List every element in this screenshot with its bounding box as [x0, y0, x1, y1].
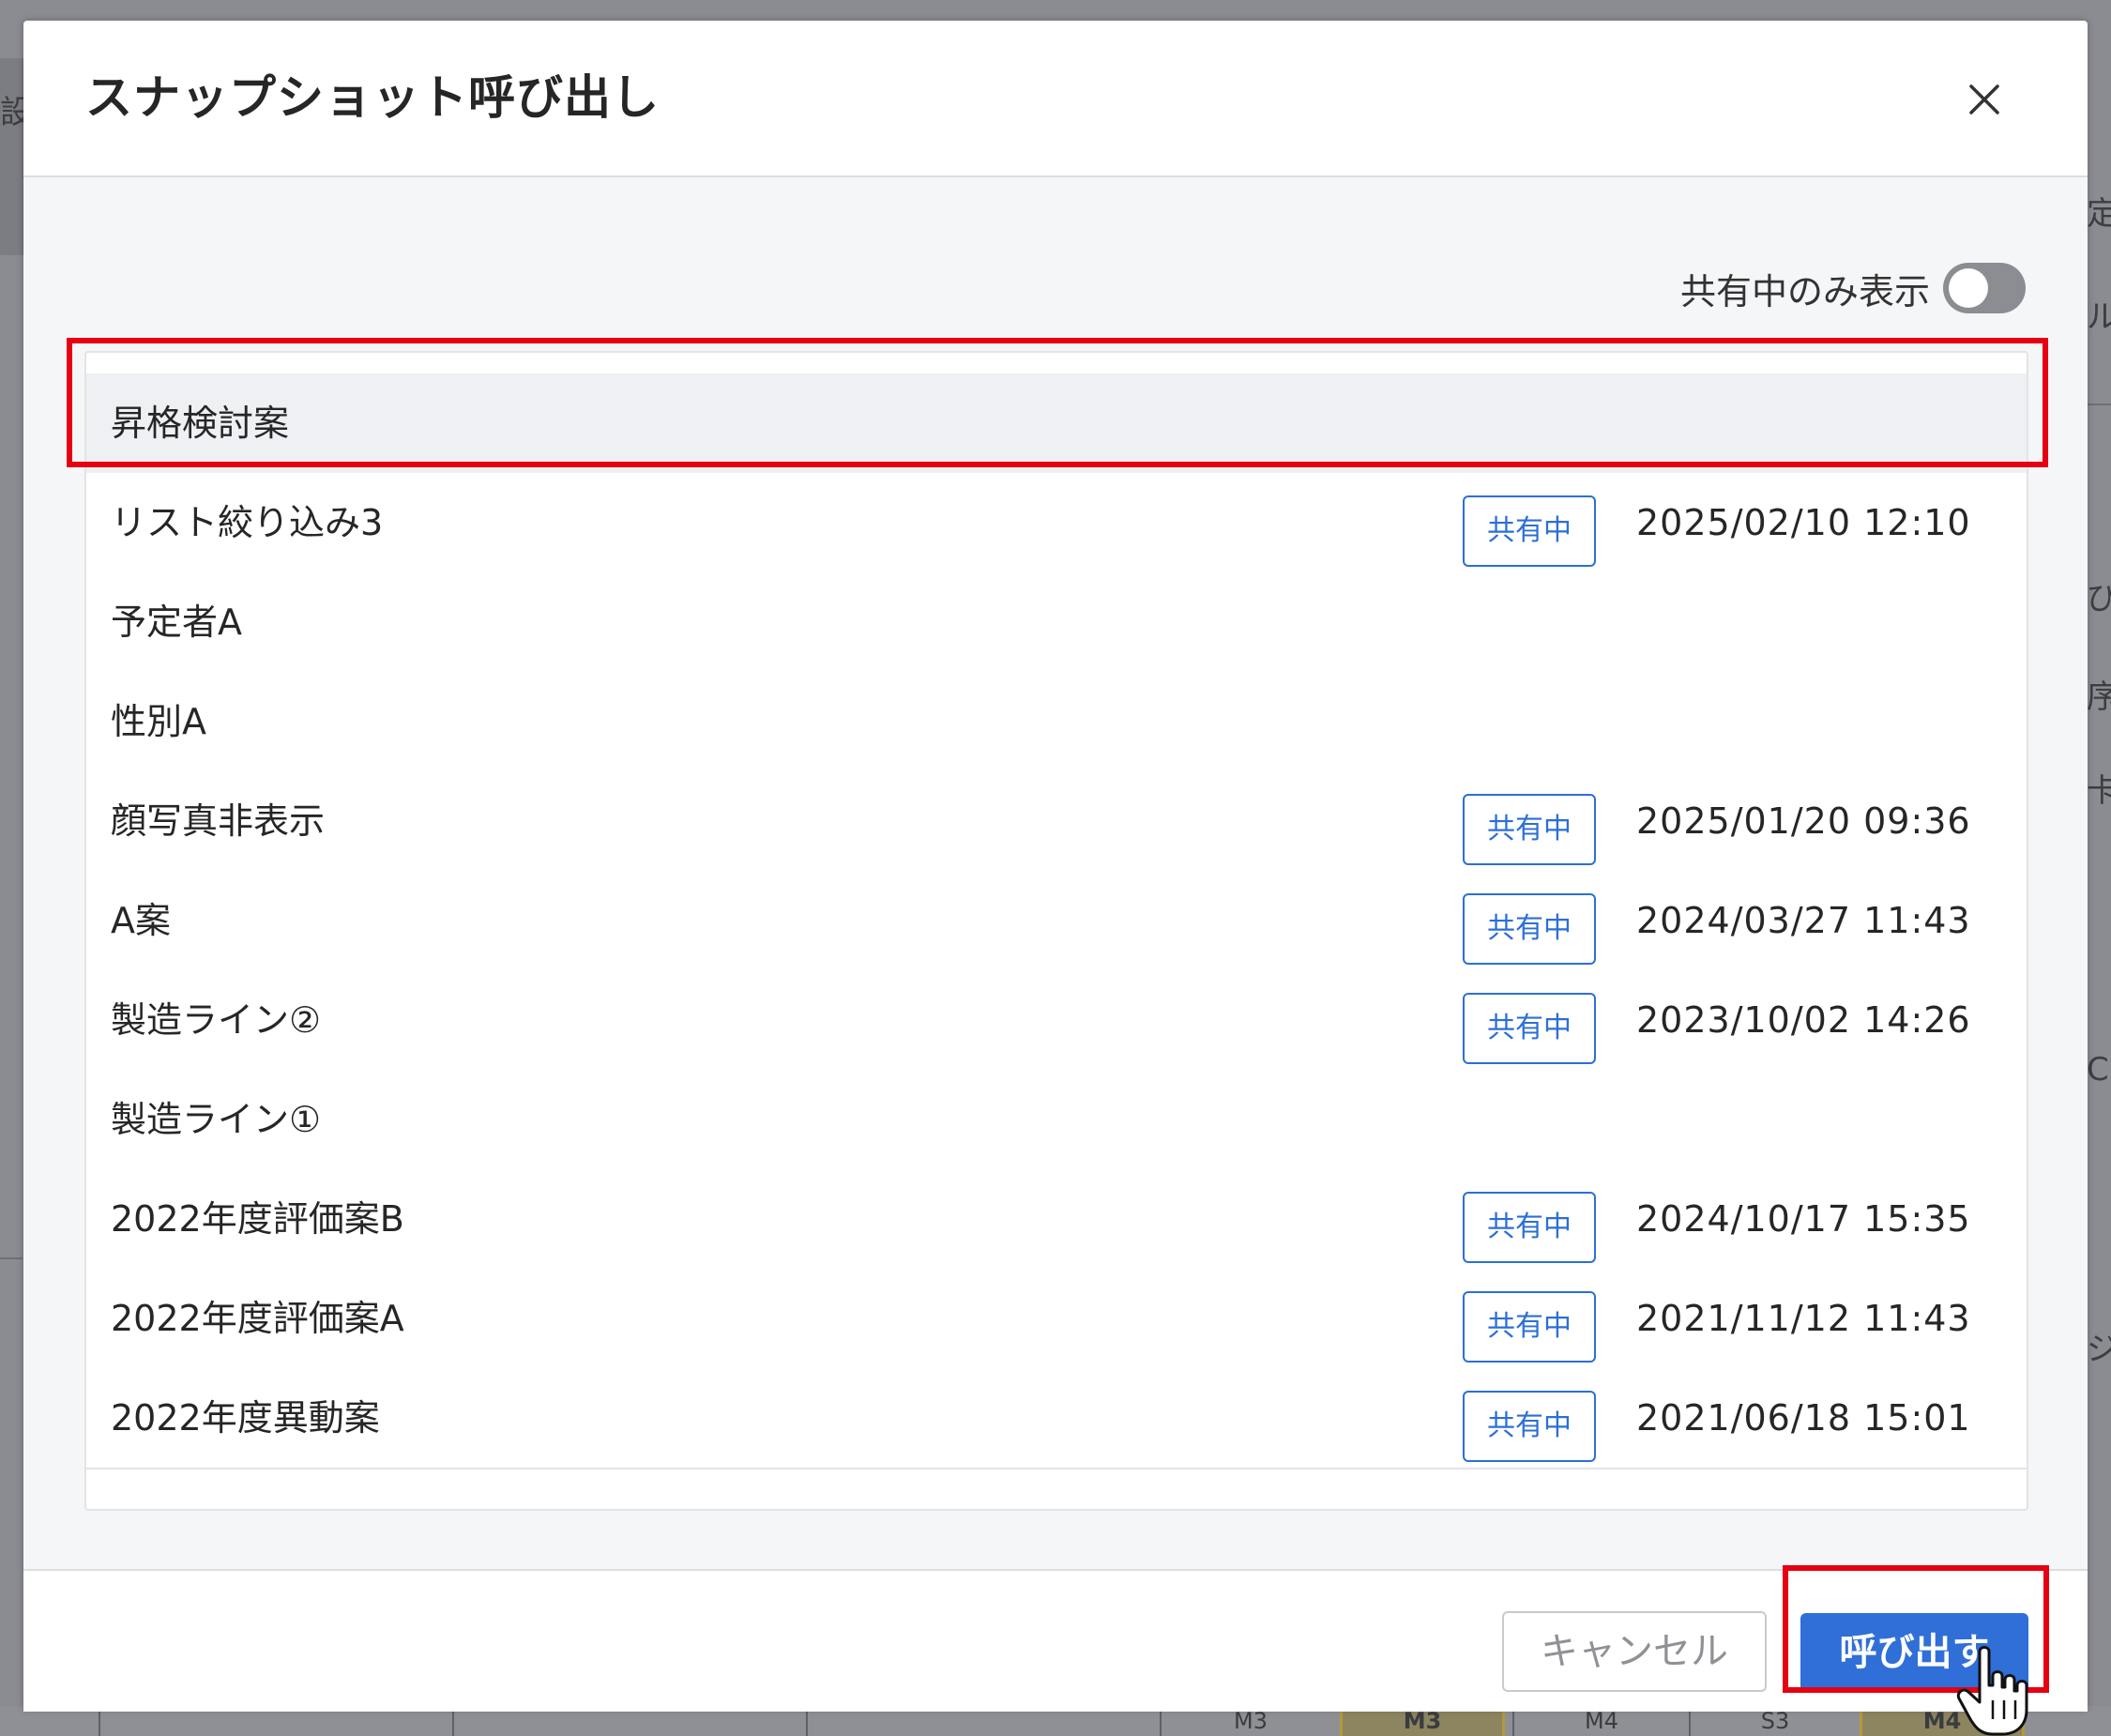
snapshot-name: 製造ライン①: [111, 1099, 322, 1140]
shared-badge: 共有中: [1463, 1192, 1596, 1263]
background-right-glyph: び: [2087, 580, 2111, 617]
background-divider: [2087, 404, 2111, 405]
snapshot-name: 2022年度評価案A: [111, 1298, 404, 1339]
snapshot-date: 2021/11/12 11:43: [1636, 1298, 1971, 1339]
snapshot-date: 2025/01/20 09:36: [1636, 800, 1971, 842]
background-divider: [0, 1257, 23, 1259]
snapshot-row[interactable]: 製造ライン①: [86, 1070, 2027, 1171]
snapshot-name: 2022年度評価案B: [111, 1198, 404, 1240]
shared-badge: 共有中: [1463, 993, 1596, 1064]
background-right-glyph: ジ: [2087, 1331, 2111, 1368]
snapshot-row[interactable]: 予定者A: [86, 572, 2027, 674]
snapshot-name: 性別A: [111, 701, 206, 742]
background-right-glyph: CE: [2087, 1051, 2111, 1089]
snapshot-row[interactable]: 2022年度評価案B 共有中 2024/10/17 15:35: [86, 1169, 2027, 1271]
shared-badge: 共有中: [1463, 893, 1596, 965]
shared-badge: 共有中: [1463, 1291, 1596, 1363]
dialog-header: スナップショット呼び出し: [23, 21, 2088, 177]
snapshot-row[interactable]: A案 共有中 2024/03/27 11:43: [86, 871, 2027, 972]
dialog-title: スナップショット呼び出し: [85, 70, 660, 125]
dialog-body: 共有中のみ表示 昇格検討案リスト絞り込み3 共有中 2025/02/10 12:10…: [23, 177, 2088, 1569]
cancel-button[interactable]: キャンセル: [1502, 1611, 1767, 1692]
snapshot-row[interactable]: 性別A: [86, 672, 2027, 773]
toggle-knob: [1949, 268, 1988, 308]
snapshot-name: リスト絞り込み3: [111, 502, 384, 543]
snapshot-date: 2021/06/18 15:01: [1636, 1397, 1971, 1439]
snapshot-date: 2025/02/10 12:10: [1636, 502, 1971, 543]
dialog-footer: キャンセル 呼び出す: [23, 1569, 2088, 1712]
snapshot-name: 予定者A: [111, 602, 242, 643]
snapshot-name: 昇格検討案: [111, 403, 290, 444]
shared-badge: 共有中: [1463, 794, 1596, 865]
snapshot-row[interactable]: 2022年度異動案 共有中 2021/06/18 15:01: [86, 1368, 2027, 1470]
snapshot-date: 2024/03/27 11:43: [1636, 900, 1971, 941]
snapshot-name: 顔写真非表示: [111, 800, 326, 842]
snapshot-row[interactable]: 2022年度評価案A 共有中 2021/11/12 11:43: [86, 1269, 2027, 1370]
shared-only-filter: 共有中のみ表示: [1680, 262, 2026, 314]
close-icon: [1969, 84, 1999, 114]
background-right-glyph: 序: [2087, 678, 2111, 716]
snapshot-date: 2024/10/17 15:35: [1636, 1198, 1971, 1240]
snapshot-date: 2023/10/02 14:26: [1636, 999, 1971, 1041]
snapshot-row[interactable]: リスト絞り込み3 共有中 2025/02/10 12:10: [86, 473, 2027, 574]
background-right-glyph: ル: [2087, 298, 2111, 336]
shared-only-toggle[interactable]: [1943, 263, 2026, 313]
call-button[interactable]: 呼び出す: [1800, 1613, 2028, 1692]
snapshot-name: 製造ライン②: [111, 999, 322, 1041]
shared-badge: 共有中: [1463, 495, 1596, 567]
shared-only-label: 共有中のみ表示: [1679, 270, 1930, 312]
close-button[interactable]: [1956, 71, 2012, 128]
snapshot-row[interactable]: 製造ライン② 共有中 2023/10/02 14:26: [86, 970, 2027, 1072]
snapshot-name: A案: [111, 900, 171, 941]
shared-badge: 共有中: [1463, 1391, 1596, 1462]
snapshot-list: 昇格検討案リスト絞り込み3 共有中 2025/02/10 12:10 予定者A 性別A 顔…: [84, 351, 2028, 1511]
snapshot-row[interactable]: 昇格検討案: [86, 373, 2027, 475]
background-right-glyph: 卡: [2087, 772, 2111, 810]
snapshot-row[interactable]: 顔写真非表示 共有中 2025/01/20 09:36: [86, 771, 2027, 873]
snapshot-recall-dialog: スナップショット呼び出し 共有中のみ表示 昇格検討案 リスト絞り込み3 共有中 202…: [23, 21, 2088, 1712]
background-right-glyph: 定: [2087, 195, 2111, 233]
snapshot-name: 2022年度異動案: [111, 1397, 380, 1439]
